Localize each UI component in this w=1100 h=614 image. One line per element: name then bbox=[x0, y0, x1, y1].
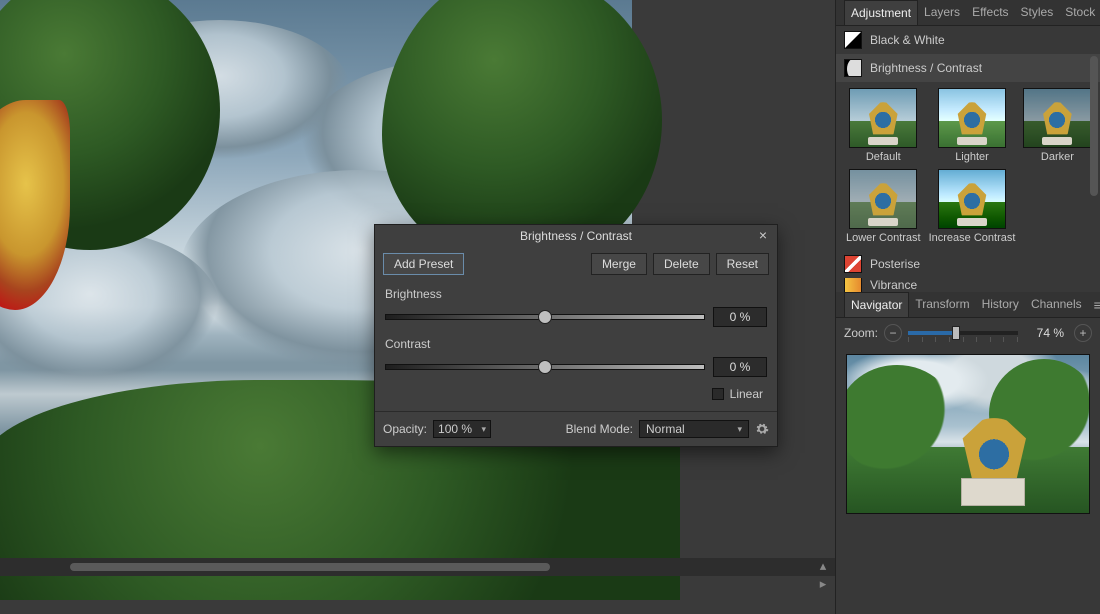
zoom-control: Zoom: − 74 % + bbox=[836, 318, 1100, 348]
chevron-down-icon: ▾ bbox=[737, 424, 742, 435]
preset-label: Darker bbox=[1041, 151, 1074, 163]
tab-history[interactable]: History bbox=[976, 292, 1025, 317]
preset-thumbnail bbox=[938, 169, 1006, 229]
preset-thumbnail bbox=[1023, 88, 1091, 148]
dialog-title-bar[interactable]: Brightness / Contrast × bbox=[375, 225, 777, 247]
adjustment-scrollbar[interactable] bbox=[1090, 26, 1098, 292]
opacity-label: Opacity: bbox=[383, 422, 427, 436]
contrast-slider[interactable] bbox=[385, 364, 705, 370]
opacity-value: 100 % bbox=[438, 422, 472, 436]
preset-lower-contrast[interactable]: Lower Contrast bbox=[846, 169, 921, 244]
navigator-preview[interactable] bbox=[846, 354, 1090, 514]
preset-default[interactable]: Default bbox=[846, 88, 921, 163]
right-panel: AdjustmentLayersEffectsStylesStock ≡ Bla… bbox=[835, 0, 1100, 614]
delete-button[interactable]: Delete bbox=[653, 253, 710, 275]
vibrance-label: Vibrance bbox=[870, 278, 917, 292]
brightness-contrast-dialog: Brightness / Contrast × Add Preset Merge… bbox=[374, 224, 778, 447]
dialog-title: Brightness / Contrast bbox=[520, 229, 632, 243]
adjustment-black-white[interactable]: Black & White bbox=[836, 26, 1100, 54]
tab-effects[interactable]: Effects bbox=[966, 0, 1014, 25]
linear-checkbox[interactable] bbox=[712, 388, 724, 400]
canvas-area[interactable]: ▴ ▸ Brightness / Contrast × Add Preset M… bbox=[0, 0, 835, 614]
preset-label: Lower Contrast bbox=[846, 232, 921, 244]
close-icon[interactable]: × bbox=[755, 228, 771, 244]
brightness-contrast-label: Brightness / Contrast bbox=[870, 61, 982, 75]
preset-label: Lighter bbox=[955, 151, 989, 163]
adjustment-posterise[interactable]: Posterise bbox=[836, 250, 1100, 278]
scroll-right-icon[interactable]: ▸ bbox=[815, 576, 831, 592]
tab-navigator[interactable]: Navigator bbox=[844, 292, 909, 317]
preset-darker[interactable]: Darker bbox=[1023, 88, 1091, 163]
tab-layers[interactable]: Layers bbox=[918, 0, 966, 25]
panel-menu-icon[interactable]: ≡ bbox=[1088, 297, 1100, 313]
linear-label: Linear bbox=[730, 387, 763, 401]
zoom-out-button[interactable]: − bbox=[884, 324, 902, 342]
brightness-label: Brightness bbox=[385, 287, 767, 301]
zoom-label: Zoom: bbox=[844, 326, 878, 340]
preset-increase-contrast[interactable]: Increase Contrast bbox=[929, 169, 1016, 244]
brightness-value[interactable]: 0 % bbox=[713, 307, 767, 327]
posterise-label: Posterise bbox=[870, 257, 920, 271]
adjustment-vibrance[interactable]: Vibrance bbox=[836, 278, 1100, 292]
preset-label: Default bbox=[866, 151, 901, 163]
preset-thumbnail bbox=[849, 169, 917, 229]
blend-mode-select[interactable]: Normal ▾ bbox=[639, 420, 749, 438]
blend-mode-label: Blend Mode: bbox=[566, 422, 633, 436]
preset-thumbnail bbox=[938, 88, 1006, 148]
tab-channels[interactable]: Channels bbox=[1025, 292, 1088, 317]
preset-lighter[interactable]: Lighter bbox=[929, 88, 1016, 163]
posterise-icon bbox=[844, 255, 862, 273]
adjustment-tabbar: AdjustmentLayersEffectsStylesStock ≡ bbox=[836, 0, 1100, 26]
merge-button[interactable]: Merge bbox=[591, 253, 647, 275]
reset-button[interactable]: Reset bbox=[716, 253, 769, 275]
preset-label: Increase Contrast bbox=[929, 232, 1016, 244]
preset-thumbnail bbox=[849, 88, 917, 148]
zoom-in-button[interactable]: + bbox=[1074, 324, 1092, 342]
vibrance-icon bbox=[844, 278, 862, 292]
zoom-value: 74 % bbox=[1024, 326, 1064, 340]
contrast-label: Contrast bbox=[385, 337, 767, 351]
black-white-icon bbox=[844, 31, 862, 49]
gear-icon[interactable] bbox=[755, 422, 769, 436]
adjustment-panel: Black & White Brightness / Contrast Defa… bbox=[836, 26, 1100, 292]
horizontal-scrollbar[interactable] bbox=[0, 558, 835, 576]
preset-grid: Default Lighter Darker Lower Contrast Increa… bbox=[836, 82, 1100, 250]
scroll-up-icon[interactable]: ▴ bbox=[815, 558, 831, 574]
tab-transform[interactable]: Transform bbox=[909, 292, 975, 317]
tab-stock[interactable]: Stock bbox=[1059, 0, 1100, 25]
chevron-down-icon: ▾ bbox=[481, 424, 486, 435]
navigator-tabbar: NavigatorTransformHistoryChannels ≡ bbox=[836, 292, 1100, 318]
brightness-slider[interactable] bbox=[385, 314, 705, 320]
opacity-field[interactable]: 100 % ▾ bbox=[433, 420, 491, 438]
tab-adjustment[interactable]: Adjustment bbox=[844, 0, 918, 25]
adjustment-brightness-contrast[interactable]: Brightness / Contrast bbox=[836, 54, 1100, 82]
tab-styles[interactable]: Styles bbox=[1015, 0, 1060, 25]
blend-mode-value: Normal bbox=[646, 422, 685, 436]
zoom-slider[interactable] bbox=[908, 331, 1018, 335]
contrast-value[interactable]: 0 % bbox=[713, 357, 767, 377]
brightness-contrast-icon bbox=[844, 59, 862, 77]
black-white-label: Black & White bbox=[870, 33, 945, 47]
add-preset-button[interactable]: Add Preset bbox=[383, 253, 464, 275]
